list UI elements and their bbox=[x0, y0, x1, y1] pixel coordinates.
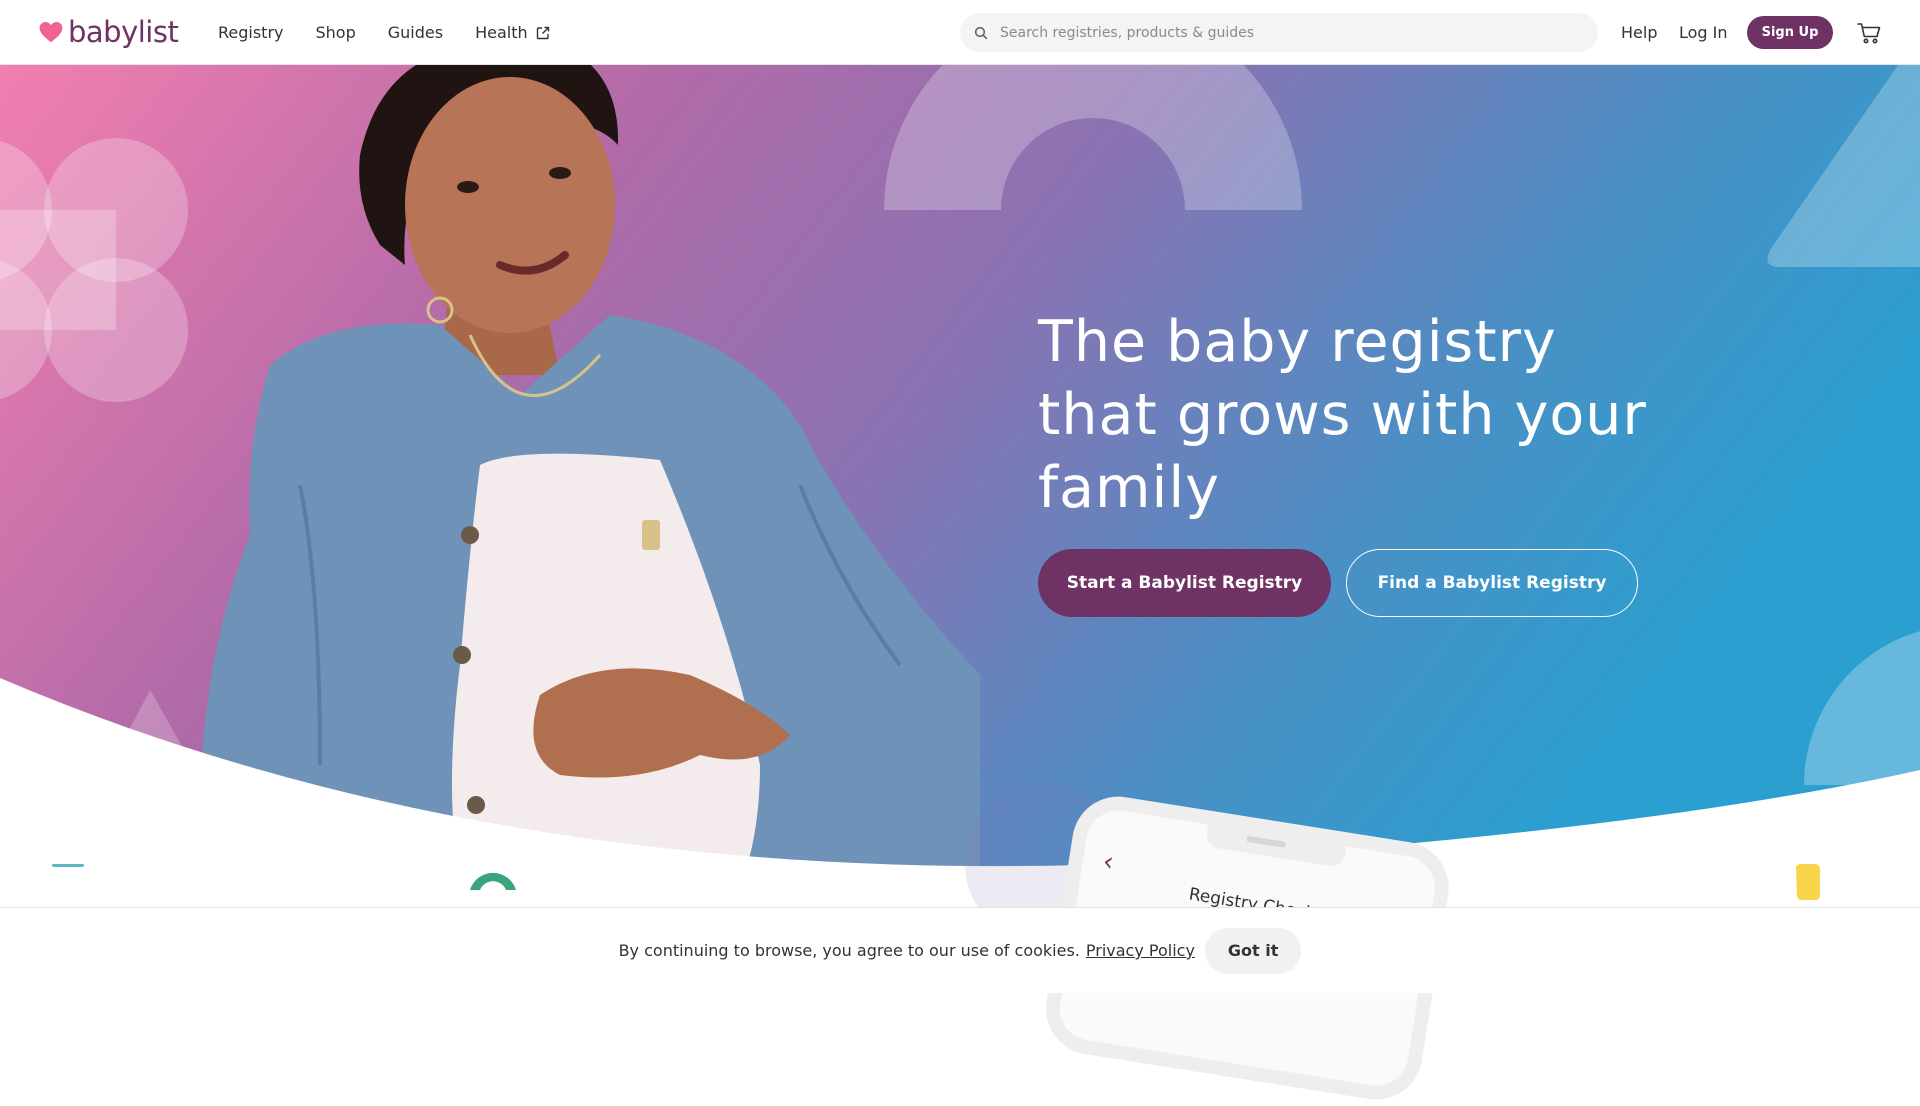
search-input[interactable] bbox=[998, 13, 1598, 52]
external-link-icon bbox=[536, 26, 549, 39]
nav-health[interactable]: Health bbox=[475, 23, 551, 42]
search-bar[interactable] bbox=[960, 13, 1598, 52]
cookie-accept-button[interactable]: Got it bbox=[1204, 927, 1302, 974]
phone-notch bbox=[1204, 822, 1347, 869]
nav-shop[interactable]: Shop bbox=[316, 23, 356, 42]
privacy-policy-link[interactable]: Privacy Policy bbox=[1086, 941, 1195, 960]
babylist-logo[interactable]: babylist bbox=[38, 14, 179, 50]
nav-guides[interactable]: Guides bbox=[388, 23, 443, 42]
phone-speaker bbox=[1245, 835, 1287, 848]
chevron-left-icon: ‹ bbox=[1100, 846, 1116, 878]
cart-icon[interactable] bbox=[1856, 20, 1882, 46]
nav-registry[interactable]: Registry bbox=[218, 23, 284, 42]
cookie-message: By continuing to browse, you agree to ou… bbox=[618, 941, 1080, 960]
nav-health-label: Health bbox=[475, 23, 528, 42]
start-registry-button[interactable]: Start a Babylist Registry bbox=[1038, 549, 1331, 617]
find-registry-button[interactable]: Find a Babylist Registry bbox=[1346, 549, 1638, 617]
help-link[interactable]: Help bbox=[1621, 0, 1657, 65]
login-link[interactable]: Log In bbox=[1679, 0, 1728, 65]
cookie-banner: By continuing to browse, you agree to ou… bbox=[0, 907, 1920, 993]
site-header: babylist Registry Shop Guides Health Hel… bbox=[0, 0, 1920, 65]
search-icon bbox=[974, 26, 988, 39]
signup-button[interactable]: Sign Up bbox=[1747, 16, 1833, 49]
logo-text: babylist bbox=[68, 15, 179, 49]
heart-icon bbox=[39, 22, 63, 43]
hero-headline: The baby registry that grows with your f… bbox=[1038, 309, 1647, 521]
main-nav: Registry Shop Guides Health bbox=[218, 0, 583, 65]
